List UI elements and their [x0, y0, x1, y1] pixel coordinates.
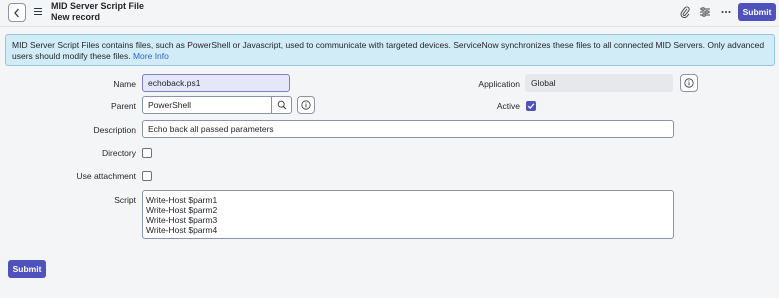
- name-field[interactable]: echoback.ps1: [142, 74, 290, 92]
- hamburger-icon[interactable]: [34, 8, 42, 15]
- parent-lookup-button[interactable]: [272, 96, 292, 114]
- form-footer: Submit: [0, 251, 779, 298]
- settings-sliders-icon[interactable]: [699, 6, 711, 18]
- description-label: Description: [93, 125, 136, 135]
- more-info-link[interactable]: More Info: [133, 51, 169, 61]
- record-form: Name echoback.ps1 Application Global Par…: [0, 70, 779, 250]
- banner-text: MID Server Script Files contains files, …: [12, 40, 765, 61]
- script-label: Script: [114, 195, 136, 205]
- directory-checkbox[interactable]: [142, 148, 152, 158]
- search-icon: [277, 100, 286, 110]
- active-checkbox[interactable]: [526, 101, 536, 111]
- form-header: MID Server Script File New record Submit: [0, 0, 779, 27]
- application-field: Global: [525, 74, 673, 92]
- application-info-button[interactable]: [680, 74, 698, 92]
- page-subtitle: New record: [51, 12, 101, 22]
- directory-label: Directory: [101, 148, 136, 158]
- submit-button-footer[interactable]: Submit: [8, 260, 46, 278]
- info-banner: MID Server Script Files contains files, …: [5, 34, 775, 66]
- script-line: Write-Host $parm3: [146, 215, 218, 225]
- back-button[interactable]: [8, 3, 26, 22]
- info-icon: [684, 78, 694, 88]
- name-label: Name: [113, 79, 136, 89]
- more-icon[interactable]: [720, 6, 732, 18]
- parent-field[interactable]: PowerShell: [142, 96, 272, 114]
- parent-label: Parent: [110, 101, 136, 111]
- script-line: Write-Host $parm2: [146, 205, 218, 215]
- script-line: Write-Host $parm4: [146, 225, 218, 235]
- description-field[interactable]: Echo back all passed parameters: [142, 120, 674, 138]
- script-line: Write-Host $parm1: [146, 195, 218, 205]
- parent-info-button[interactable]: [297, 96, 315, 114]
- active-label: Active: [496, 101, 520, 111]
- paperclip-icon[interactable]: [679, 6, 691, 18]
- application-label: Application: [478, 79, 520, 89]
- submit-button-header[interactable]: Submit: [738, 3, 776, 21]
- use-attachment-label: Use attachment: [76, 171, 136, 181]
- chevron-left-icon: [14, 8, 19, 17]
- info-icon: [301, 100, 311, 110]
- checkmark-icon: [527, 103, 535, 110]
- use-attachment-checkbox[interactable]: [142, 171, 152, 181]
- page-title: MID Server Script File: [51, 1, 145, 11]
- script-textarea[interactable]: Write-Host $parm1 Write-Host $parm2 Writ…: [142, 190, 674, 239]
